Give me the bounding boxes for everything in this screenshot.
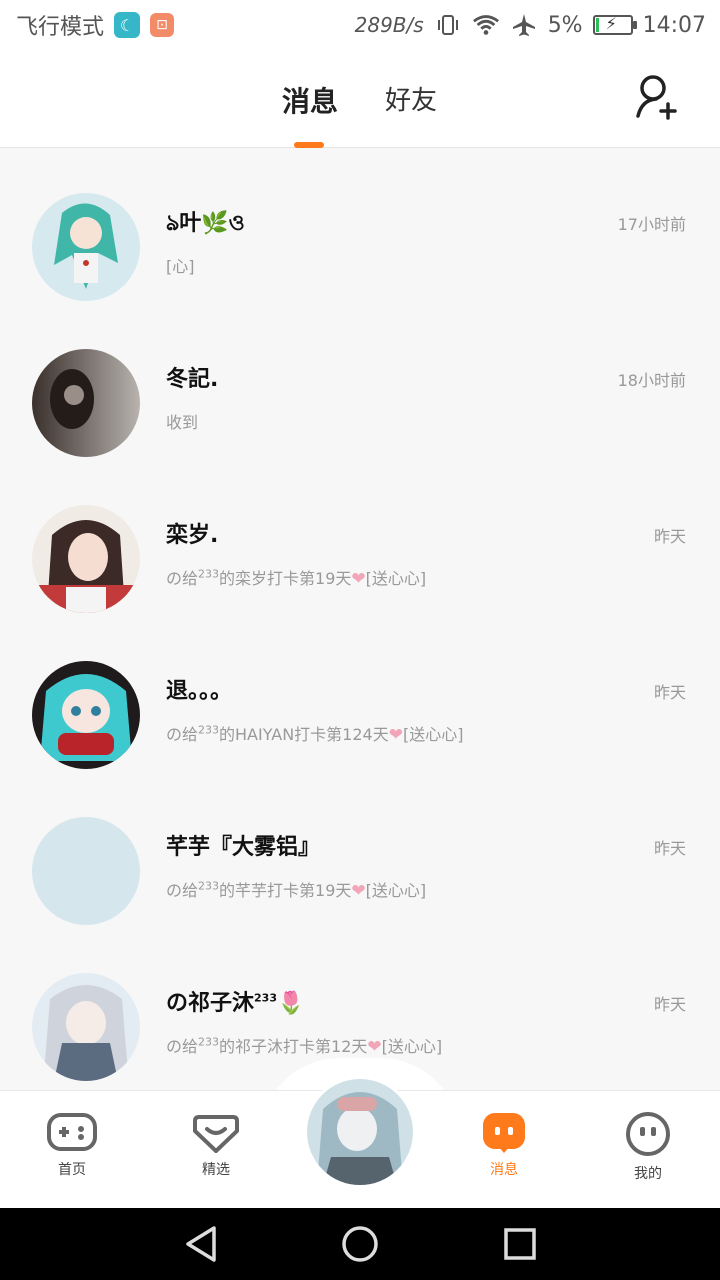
message-icon (483, 1113, 525, 1153)
gamepad-icon (47, 1113, 97, 1151)
message-preview: の给233的HAIYAN打卡第124天❤[送心心] (166, 723, 464, 745)
message-time: 昨天 (653, 839, 686, 858)
conversation-row[interactable]: ঌ叶🌿ও 17小时前 [心] (0, 149, 720, 305)
moon-icon: ☾ (114, 12, 141, 38)
message-time: 昨天 (653, 683, 686, 702)
add-friend-icon[interactable] (632, 72, 682, 122)
top-header: 消息 好友 (0, 50, 720, 148)
back-icon[interactable] (182, 1224, 218, 1268)
message-time: 18小时前 (617, 371, 686, 390)
message-preview: 收到 (166, 413, 199, 432)
tulip-icon: 🌷 (276, 991, 305, 1016)
vibrate-icon (434, 13, 462, 37)
contact-name: 芊芋『大雾铝』 (166, 835, 321, 860)
nav-label: 首页 (58, 1162, 86, 1178)
contact-name: 退。。。 (166, 679, 233, 704)
heart-icon: ❤ (367, 1037, 382, 1057)
contact-name: の祁子沐233🌷 (166, 991, 305, 1016)
avatar[interactable] (32, 193, 140, 301)
message-time: 17小时前 (617, 215, 686, 234)
battery-percent: 5% (547, 12, 583, 38)
conversation-row[interactable]: 退。。。 昨天 の给233的HAIYAN打卡第124天❤[送心心] (0, 617, 720, 773)
heart-chat-icon (193, 1115, 239, 1153)
status-bar: 飞行模式 ☾ ⊡ 289B/s 5% ⚡ 14:07 (0, 0, 720, 50)
nav-featured[interactable]: 精选 (166, 1111, 266, 1179)
bag-icon: ⊡ (150, 13, 175, 37)
active-tab-indicator (294, 142, 324, 148)
message-time: 昨天 (653, 995, 686, 1014)
contact-name: ঌ叶🌿ও (166, 211, 245, 236)
avatar[interactable] (32, 973, 140, 1081)
conversation-row[interactable]: 冬記. 18小时前 收到 (0, 305, 720, 461)
avatar[interactable] (32, 349, 140, 457)
message-preview: の给233的芊芋打卡第19天❤[送心心] (166, 879, 427, 901)
airplane-icon (510, 13, 538, 37)
system-nav-bar (0, 1208, 720, 1280)
nav-label: 消息 (490, 1162, 518, 1178)
nav-label: 我的 (634, 1166, 662, 1182)
conversation-list: ঌ叶🌿ও 17小时前 [心] 冬記. 18小时前 收到 栾岁. 昨天 の给233… (0, 149, 720, 1085)
battery-icon: ⚡ (592, 14, 637, 35)
home-circle-icon[interactable] (340, 1224, 380, 1268)
message-preview: の给233的栾岁打卡第19天❤[送心心] (166, 567, 427, 589)
contact-name: 冬記. (166, 367, 219, 392)
avatar[interactable] (32, 817, 140, 925)
carrier-label: 飞行模式 (16, 15, 105, 40)
nav-home[interactable]: 首页 (22, 1111, 122, 1179)
center-avatar-button[interactable] (304, 1076, 416, 1188)
heart-icon: ❤ (388, 725, 403, 745)
nav-messages[interactable]: 消息 (454, 1111, 554, 1179)
message-time: 昨天 (653, 527, 686, 546)
message-preview: の给233的祁子沐打卡第12天❤[送心心] (166, 1035, 443, 1057)
tab-messages[interactable]: 消息 (282, 80, 338, 120)
avatar[interactable] (32, 661, 140, 769)
wifi-icon (472, 13, 500, 37)
conversation-row[interactable]: 栾岁. 昨天 の给233的栾岁打卡第19天❤[送心心] (0, 461, 720, 617)
heart-icon: ❤ (351, 881, 366, 901)
avatar[interactable] (32, 505, 140, 613)
recents-icon[interactable] (502, 1224, 538, 1268)
conversation-row[interactable]: 芊芋『大雾铝』 昨天 の给233的芊芋打卡第19天❤[送心心] (0, 773, 720, 929)
face-icon (626, 1112, 670, 1156)
nav-profile[interactable]: 我的 (598, 1111, 698, 1183)
network-speed: 289B/s (354, 13, 424, 37)
heart-icon: ❤ (351, 569, 366, 589)
tab-friends[interactable]: 好友 (385, 80, 437, 117)
clock: 14:07 (642, 12, 706, 38)
nav-label: 精选 (202, 1162, 230, 1178)
contact-name: 栾岁. (166, 523, 219, 548)
message-preview: [心] (166, 257, 195, 276)
